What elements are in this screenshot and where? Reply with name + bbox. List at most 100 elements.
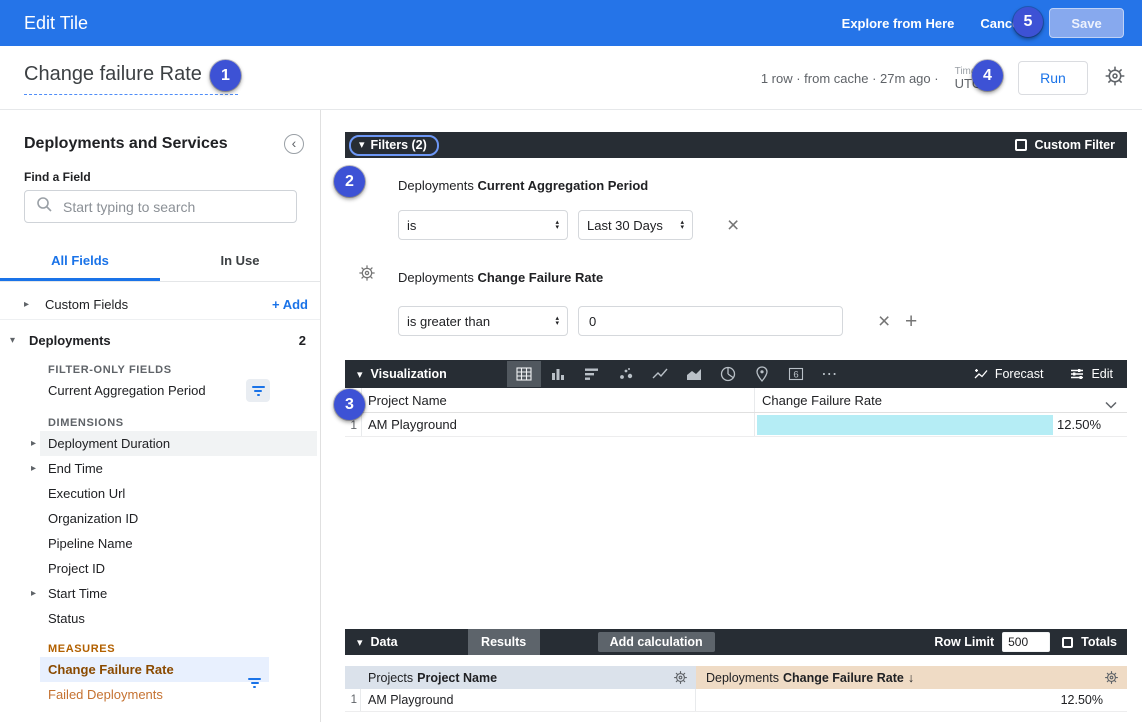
filter-value-select[interactable]: Last 30 Days ▴▾ [578,210,693,240]
select-arrows-icon: ▴▾ [555,316,559,326]
forecast-button[interactable]: Forecast [973,366,1044,382]
deployments-group-row[interactable]: Deployments 2 [0,326,320,354]
custom-filter-label: Custom Filter [1034,138,1115,152]
select-arrows-icon: ▴▾ [680,220,684,230]
field-deployment-duration[interactable]: Deployment Duration [40,431,317,456]
field-pipeline-name[interactable]: Pipeline Name [40,531,317,556]
column-header-change-failure-rate[interactable]: Change Failure Rate [755,388,1127,412]
viz-table-icon[interactable] [507,361,541,387]
search-input[interactable] [63,199,273,215]
field-status[interactable]: Status [40,606,317,631]
field-start-time[interactable]: Start Time [40,581,317,606]
add-custom-field-button[interactable]: + Add [272,297,308,312]
viz-line-chart-icon[interactable] [643,361,677,387]
run-button[interactable]: Run [1018,61,1088,95]
data-section-bar: Data Results Add calculation Row Limit T… [345,629,1127,655]
field-label: Current Aggregation Period [48,383,206,398]
collapse-sidebar-icon[interactable] [284,134,304,154]
query-settings-gear-icon[interactable] [1104,65,1126,92]
field-project-id[interactable]: Project ID [40,556,317,581]
filter-operator-select[interactable]: is greater than ▴▾ [398,306,568,336]
filters-expander[interactable]: Filters (2) [349,135,439,156]
field-current-aggregation-period[interactable]: Current Aggregation Period [48,378,320,403]
dimension-column-header[interactable]: Projects Project Name [345,666,696,689]
forecast-label: Forecast [995,367,1044,381]
column-group: Projects [368,671,413,685]
expand-icon[interactable] [24,299,29,310]
results-tab[interactable]: Results [468,629,540,655]
row-limit-input[interactable] [1002,632,1050,652]
chevron-down-icon[interactable] [1105,397,1117,412]
expand-icon[interactable] [31,581,36,606]
table-row[interactable]: 1 AM Playground 12.50% [345,413,1127,437]
column-header-project-name[interactable]: Project Name [362,388,755,412]
visualization-table: Project Name Change Failure Rate 1 AM Pl… [345,388,1127,437]
select-arrows-icon: ▴▾ [555,220,559,230]
tile-title-editable[interactable]: Change failure Rate [24,63,238,95]
viz-area-chart-icon[interactable] [677,361,711,387]
viz-column-chart-icon[interactable] [541,361,575,387]
filters-section-body: Deployments Current Aggregation Period i… [345,158,1127,360]
field-change-failure-rate[interactable]: Change Failure Rate [40,657,269,682]
annotation-badge-4: 4 [972,60,1003,91]
caret-down-icon[interactable] [357,368,363,381]
measure-column-header[interactable]: Deployments Change Failure Rate ↓ [696,666,1127,689]
query-status-text: 1 row · from cache · 27m ago · [761,71,939,86]
viz-map-icon[interactable] [745,361,779,387]
tab-all-fields[interactable]: All Fields [0,249,160,281]
viz-bar-chart-icon[interactable] [575,361,609,387]
totals-checkbox[interactable] [1062,637,1073,648]
viz-scatter-icon[interactable] [609,361,643,387]
dimension-list: Deployment Duration End Time Execution U… [0,431,320,631]
explore-main-panel: Filters (2) Custom Filter Deployments Cu… [321,110,1142,722]
filters-bar-label: Filters (2) [371,138,427,152]
collapse-group-icon[interactable] [10,335,15,346]
tab-in-use[interactable]: In Use [160,249,320,281]
filter-operator-select[interactable]: is ▴▾ [398,210,568,240]
add-calculation-button[interactable]: Add calculation [598,632,715,652]
row-number: 1 [345,689,361,711]
custom-fields-row[interactable]: Custom Fields + Add [0,290,320,320]
field-label: End Time [48,461,103,476]
filter-value-input[interactable] [578,306,843,336]
remove-filter-icon[interactable] [727,218,739,234]
dimensions-heading: DIMENSIONS [48,417,320,429]
results-data-table: Projects Project Name Deployments Change… [345,666,1127,712]
expand-icon[interactable] [31,456,36,481]
save-button[interactable]: Save [1049,8,1124,38]
row-limit-label: Row Limit [934,635,994,649]
custom-filter-toggle[interactable]: Custom Filter [1015,138,1115,152]
data-table-header: Projects Project Name Deployments Change… [345,666,1127,689]
value-bar [757,415,1053,435]
viz-more-icon[interactable] [813,361,847,387]
visualization-section-bar: Visualization [345,360,1127,388]
column-gear-icon[interactable] [1104,670,1119,688]
filter-field-label: Deployments Current Aggregation Period [398,178,648,193]
viz-single-value-icon[interactable]: 6 [779,361,813,387]
caret-down-icon[interactable] [357,636,363,649]
table-row[interactable]: 1 AM Playground 12.50% [345,689,1127,712]
column-field: Change Failure Rate [783,671,904,685]
explore-from-here-link[interactable]: Explore from Here [842,16,955,31]
expand-icon[interactable] [31,431,36,456]
filter-group: Deployments [398,178,474,193]
filter-active-icon[interactable] [246,379,270,402]
field-organization-id[interactable]: Organization ID [40,506,317,531]
field-end-time[interactable]: End Time [40,456,317,481]
group-label: Deployments [29,333,111,348]
add-filter-icon[interactable] [905,314,917,330]
viz-pie-chart-icon[interactable] [711,361,745,387]
value-label: 12.50% [1057,417,1101,432]
edit-viz-button[interactable]: Edit [1069,366,1113,382]
find-a-field-label: Find a Field [24,170,320,184]
field-execution-url[interactable]: Execution Url [40,481,317,506]
sort-descending-icon[interactable]: ↓ [908,671,914,685]
custom-filter-checkbox[interactable] [1015,139,1027,151]
viz-table-header: Project Name Change Failure Rate [345,388,1127,413]
field-failed-deployments[interactable]: Failed Deployments [40,682,317,707]
filter-settings-gear-icon[interactable] [358,264,376,287]
field-search[interactable] [24,190,297,223]
cell-change-failure-rate: 12.50% [696,689,1127,711]
remove-filter-icon[interactable] [878,314,890,330]
column-gear-icon[interactable] [673,670,688,688]
